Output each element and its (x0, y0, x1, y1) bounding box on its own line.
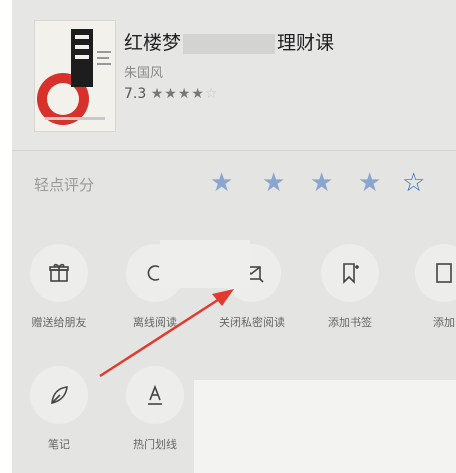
rate-label: 轻点评分 (34, 176, 95, 194)
underline-icon (126, 366, 184, 424)
rating-score: 7.3 (124, 86, 147, 102)
divider (12, 150, 456, 151)
rate-star-5-icon[interactable]: ☆ (402, 170, 425, 196)
book-title: 红楼梦 理财课 (124, 32, 335, 54)
obscured-area (160, 240, 250, 288)
rating-stars-icon: ★★★★☆ (150, 86, 219, 102)
book-info-card[interactable]: 红楼梦 理财课 朱国风 7.3 ★★★★☆ (12, 0, 456, 150)
obscured-area (194, 380, 456, 473)
add-icon (415, 244, 456, 302)
rate-star-3-icon[interactable]: ★ (310, 170, 333, 196)
bookmark-add-icon (321, 244, 379, 302)
book-author: 朱国风 (124, 66, 164, 81)
popular-underlines-button[interactable]: 热门划线 (115, 366, 195, 452)
gift-icon (30, 244, 88, 302)
rate-star-2-icon[interactable]: ★ (262, 170, 285, 196)
rate-star-1-icon[interactable]: ★ (210, 170, 233, 196)
redacted-area (183, 33, 276, 54)
book-rating: 7.3 ★★★★☆ (124, 86, 218, 102)
book-cover (34, 20, 116, 132)
add-bookmark-button[interactable]: 添加书签 (310, 244, 390, 330)
gift-to-friend-button[interactable]: 赠送给朋友 (19, 244, 99, 330)
book-action-sheet: 红楼梦 理财课 朱国风 7.3 ★★★★☆ 轻点评分 ★ ★ ★ ★ ☆ 赠送给朋… (12, 0, 456, 473)
notes-button[interactable]: 笔记 (19, 366, 99, 452)
add-button[interactable]: 添加 (404, 244, 456, 330)
rate-star-4-icon[interactable]: ★ (358, 170, 381, 196)
leaf-pen-icon (30, 366, 88, 424)
